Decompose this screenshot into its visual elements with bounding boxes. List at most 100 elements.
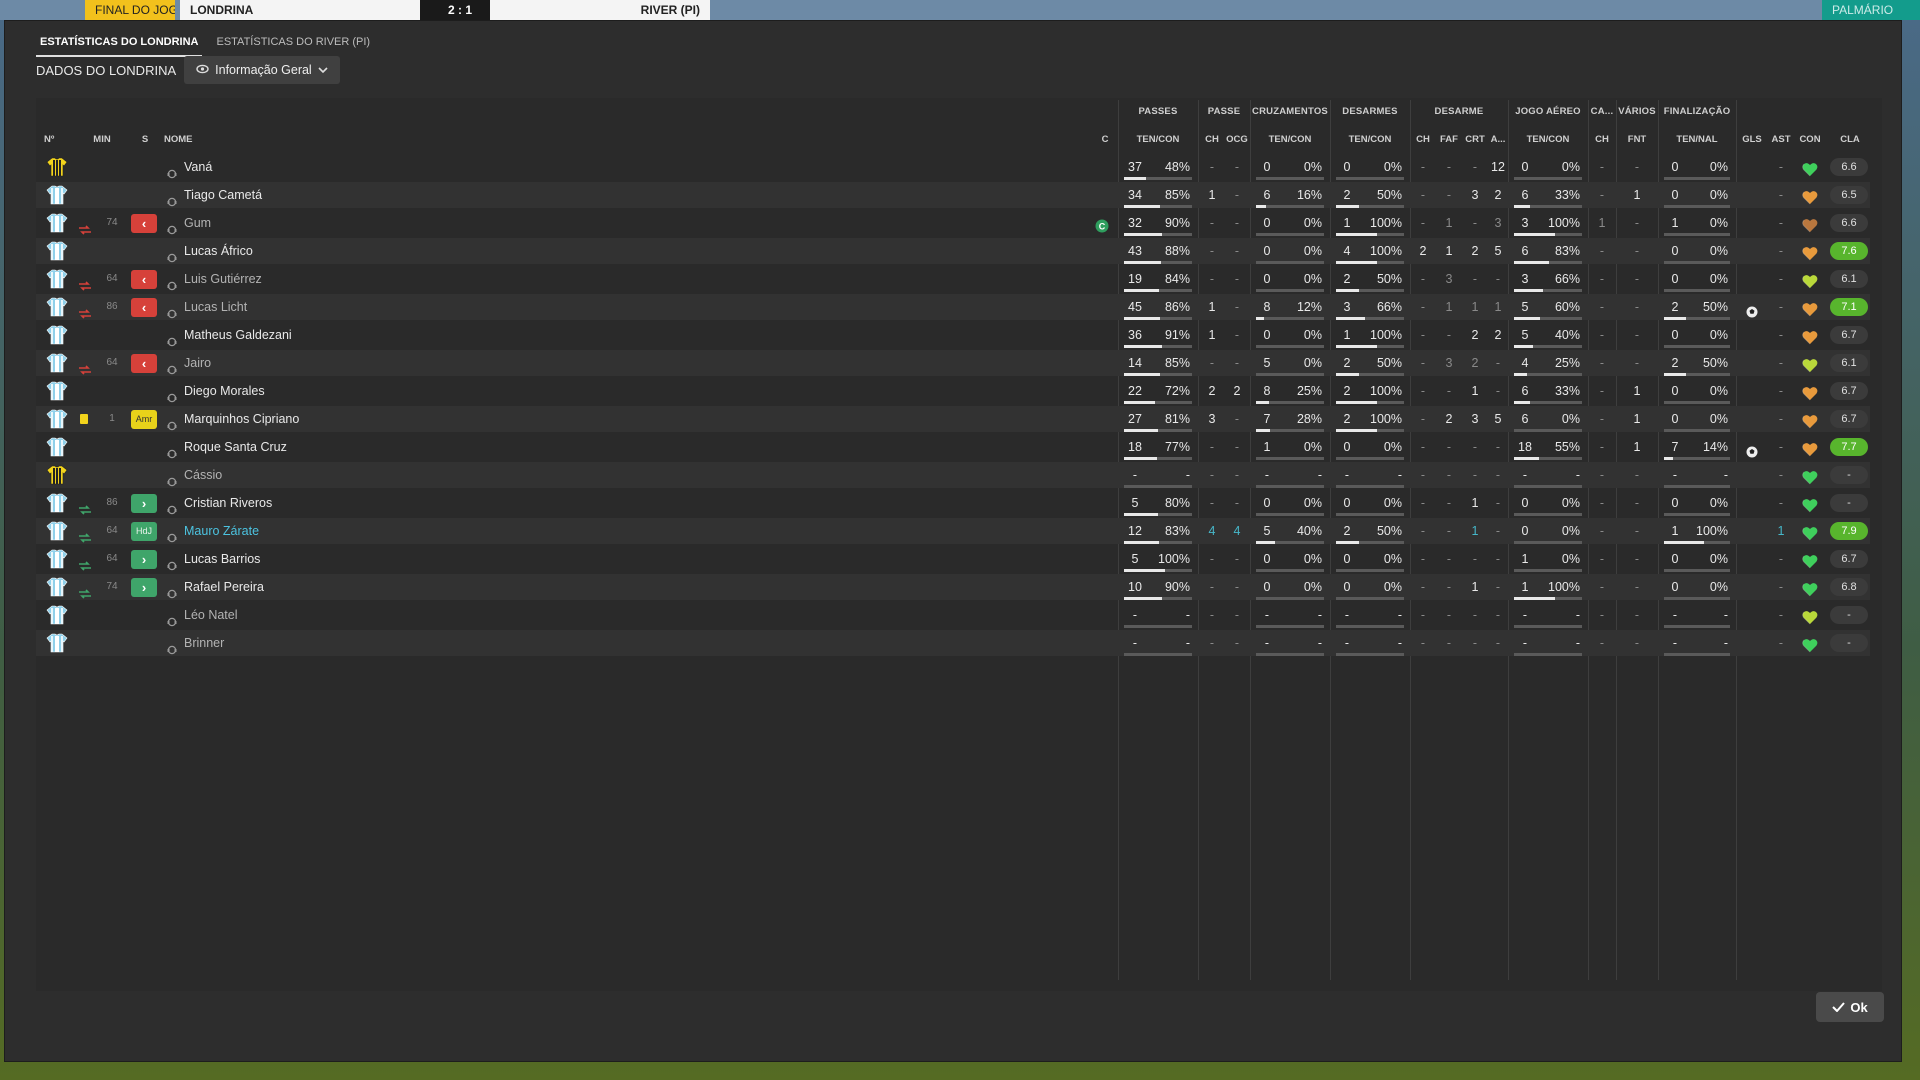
column-header-cla[interactable]: CLA xyxy=(1830,134,1870,145)
player-shirt-icon xyxy=(46,409,68,429)
table-row[interactable]: 64 ‹ Luis Gutiérrez 19 84% - -0 0% 2 50% -3- -3 66% -… xyxy=(36,266,1870,292)
player-name[interactable]: Gum xyxy=(184,210,584,236)
assists-value: - xyxy=(1778,160,1784,174)
column-header-pas_tc[interactable]: TEN/CON xyxy=(1118,134,1198,145)
player-name[interactable]: Tiago Cametá xyxy=(184,182,584,208)
condition-heart-icon xyxy=(1802,524,1818,541)
column-header-con[interactable]: CON xyxy=(1796,134,1824,145)
table-row[interactable]: Brinner - - - - - - - - - - - - - - - - - - - - xyxy=(36,630,1870,656)
crosses-bar-track xyxy=(1256,261,1324,264)
table-row[interactable]: Tiago Cametá 34 85% 1-6 16% 2 50% - -3 2 6 33% -1 0 0%… xyxy=(36,182,1870,208)
table-row[interactable]: 64 HdJ Mauro Zárate 12 83% 4 4 5 40% 2 50% - -1-0 0% -… xyxy=(36,518,1870,544)
table-row[interactable]: 64 ‹ Jairo 14 85% - -5 0% 2 50% -3 2-4 25% - -2 50% -6.1 xyxy=(36,350,1870,376)
player-name[interactable]: Lucas Áfrico xyxy=(184,238,584,264)
pass-ch-value: - xyxy=(1209,216,1215,230)
pass-ocg-value: - xyxy=(1234,356,1240,370)
column-header-ds_ch[interactable]: CH xyxy=(1412,134,1434,145)
tackles-bar-fill xyxy=(1336,429,1377,432)
fouls-value: - xyxy=(1634,552,1640,566)
table-row[interactable]: 86 ‹ Lucas Licht 45 86% 1-8 12% 3 66% -1 1 1 5 60% - -2… xyxy=(36,294,1870,320)
pass-ch-value: - xyxy=(1209,468,1215,482)
player-name[interactable]: Léo Natel xyxy=(184,602,584,628)
aerial-bar-track xyxy=(1514,625,1582,628)
column-header-ds_a[interactable]: A... xyxy=(1488,134,1508,145)
ca-ch-value: - xyxy=(1599,412,1605,426)
table-row[interactable]: Cássio - - - - - - - - - - - - - - - - - - - - xyxy=(36,462,1870,488)
table-row[interactable]: Matheus Galdezani 36 91% 1-0 0% 1 100% - -2 2 5 40%… xyxy=(36,322,1870,348)
table-row[interactable]: 74 ‹ Gum C 32 90% - -0 0% 1 100% -1-3 3 100% 1-1 0% -6.6 xyxy=(36,210,1870,236)
column-header-ca_ch[interactable]: CH xyxy=(1590,134,1614,145)
crosses-bar-track xyxy=(1256,177,1324,180)
player-name[interactable]: Cristian Riveros xyxy=(184,490,584,516)
column-header-min[interactable]: MIN xyxy=(90,134,114,145)
tackle-crt-value: - xyxy=(1472,272,1478,286)
column-header-num[interactable]: Nº xyxy=(44,134,60,145)
player-rating: - xyxy=(1830,606,1868,624)
shots-bar-track xyxy=(1664,261,1730,264)
column-header-ds_crt[interactable]: CRT xyxy=(1462,134,1488,145)
player-name[interactable]: Rafael Pereira xyxy=(184,574,584,600)
sub-out-icon: ‹ xyxy=(131,214,157,233)
player-name[interactable]: Luis Gutiérrez xyxy=(184,266,584,292)
pass-ocg-value: - xyxy=(1234,216,1240,230)
table-row[interactable]: 74 › Rafael Pereira 10 90% - -0 0% 0 0% - -1-1 100% -… xyxy=(36,574,1870,600)
player-name[interactable]: Marquinhos Cipriano xyxy=(184,406,584,432)
condition-heart-icon xyxy=(1802,188,1818,205)
player-name[interactable]: Matheus Galdezani xyxy=(184,322,584,348)
table-row[interactable]: Vaná 37 48% - -0 0% 0 0% - - -12 0 0% - -0 0% -6.6 xyxy=(36,154,1870,180)
table-row[interactable]: Léo Natel - - - - - - - - - - - - - - - - - - - - xyxy=(36,602,1870,628)
tackle-da-value: - xyxy=(1495,608,1501,622)
tackle-crt-value: 1 xyxy=(1471,524,1479,538)
player-shirt-icon xyxy=(46,297,68,317)
column-header-pa_ocg[interactable]: OCG xyxy=(1224,134,1250,145)
tackle-faf-value: - xyxy=(1446,160,1452,174)
column-header-pa_ch[interactable]: CH xyxy=(1200,134,1224,145)
minute-value xyxy=(100,462,124,488)
fouls-value: - xyxy=(1634,272,1640,286)
table-row[interactable]: 1 Amr Marquinhos Cipriano 27 81% 3-7 28% 2 100% -… xyxy=(36,406,1870,432)
substitution-arrow-icon xyxy=(78,526,94,543)
tackle-faf-value: 1 xyxy=(1445,300,1453,314)
player-name[interactable]: Vaná xyxy=(184,154,584,180)
column-header-fi_tn[interactable]: TEN/NAL xyxy=(1658,134,1736,145)
player-name[interactable]: Lucas Licht xyxy=(184,294,584,320)
player-name[interactable]: Brinner xyxy=(184,630,584,656)
player-name[interactable]: Mauro Zárate xyxy=(184,518,584,544)
player-name[interactable]: Roque Santa Cruz xyxy=(184,434,584,460)
tackle-da-value: - xyxy=(1495,524,1501,538)
column-header-nome[interactable]: NOME xyxy=(164,134,224,145)
ok-button[interactable]: Ok xyxy=(1816,992,1884,1022)
player-profile-icon xyxy=(167,274,177,291)
player-name[interactable]: Lucas Barrios xyxy=(184,546,584,572)
column-header-gls[interactable]: GLS xyxy=(1738,134,1766,145)
column-header-ast[interactable]: AST xyxy=(1768,134,1794,145)
tackle-dch-value: - xyxy=(1420,552,1426,566)
column-header-s[interactable]: S xyxy=(140,134,150,145)
tab-away-stats[interactable]: ESTATÍSTICAS DO RIVER (PI) xyxy=(212,30,374,57)
column-header-de_tc[interactable]: TEN/CON xyxy=(1330,134,1410,145)
tackle-dch-value: - xyxy=(1420,356,1426,370)
player-name[interactable]: Jairo xyxy=(184,350,584,376)
assists-value: - xyxy=(1778,636,1784,650)
minute-value xyxy=(100,434,124,460)
fouls-value: - xyxy=(1634,216,1640,230)
player-name[interactable]: Diego Morales xyxy=(184,378,584,404)
tab-home-stats[interactable]: ESTATÍSTICAS DO LONDRINA xyxy=(36,30,203,57)
condition-heart-icon xyxy=(1802,580,1818,597)
player-name[interactable]: Cássio xyxy=(184,462,584,488)
column-header-cr_tc[interactable]: TEN/CON xyxy=(1250,134,1330,145)
table-row[interactable]: Lucas Áfrico 43 88% - -0 0% 4 100% 2 1 2 5 6 83% - -0 0%… xyxy=(36,238,1870,264)
column-header-c[interactable]: C xyxy=(1098,134,1112,145)
ca-ch-value: - xyxy=(1599,272,1605,286)
shots-bar-fill xyxy=(1664,373,1686,376)
ca-ch-value: - xyxy=(1599,160,1605,174)
player-rating: 7.1 xyxy=(1830,298,1868,316)
view-dropdown[interactable]: Informação Geral xyxy=(184,56,340,84)
table-row[interactable]: 86 › Cristian Riveros 5 80% - -0 0% 0 0% - -1-0 0% - -… xyxy=(36,490,1870,516)
column-header-va_fnt[interactable]: FNT xyxy=(1618,134,1656,145)
table-row[interactable]: 64 › Lucas Barrios 5 100% - -0 0% 0 0% - - - -1 0% - -0 0… xyxy=(36,546,1870,572)
table-row[interactable]: Diego Morales 22 72% 2 2 8 25% 2 100% - -1-6 33% -1 0… xyxy=(36,378,1870,404)
column-header-ds_faf[interactable]: FAF xyxy=(1436,134,1462,145)
table-row[interactable]: Roque Santa Cruz 18 77% - -1 0% 0 0% - - - -18 55% -1… xyxy=(36,434,1870,460)
column-header-ae_tc[interactable]: TEN/CON xyxy=(1508,134,1588,145)
